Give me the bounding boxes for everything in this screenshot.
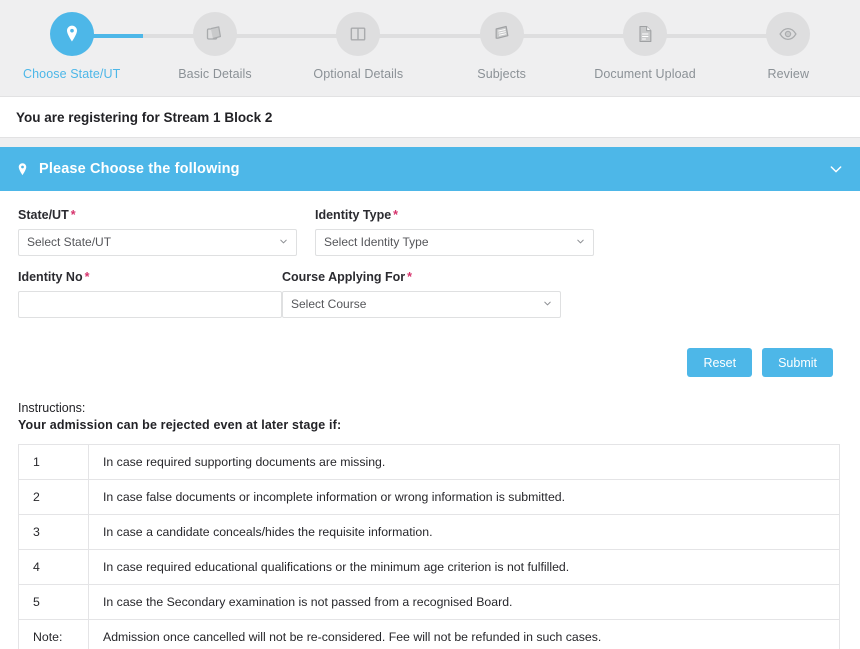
- table-row: 1 In case required supporting documents …: [19, 445, 840, 480]
- instructions-heading: Instructions:: [18, 401, 842, 415]
- registration-form: State/UT* Select State/UT Identity Type*…: [18, 208, 842, 332]
- stepper-circle: [480, 12, 524, 56]
- label-text: Identity Type: [315, 208, 391, 222]
- field-course-applying-for: Course Applying For* Select Course: [282, 270, 561, 318]
- row-text: In case the Secondary examination is not…: [89, 585, 840, 620]
- row-text: In case required educational qualificati…: [89, 550, 840, 585]
- stepper-label: Review: [768, 67, 810, 81]
- instructions-subheading: Your admission can be rejected even at l…: [18, 418, 842, 432]
- stepper-circle: [623, 12, 667, 56]
- panel-body: State/UT* Select State/UT Identity Type*…: [0, 191, 860, 649]
- field-state-ut: State/UT* Select State/UT: [18, 208, 297, 256]
- label-state-ut: State/UT*: [18, 208, 297, 222]
- required-marker: *: [407, 270, 412, 284]
- row-number: 3: [19, 515, 89, 550]
- row-number: 2: [19, 480, 89, 515]
- stepper-step-subjects[interactable]: Subjects: [430, 0, 573, 81]
- required-marker: *: [393, 208, 398, 222]
- chevron-down-icon[interactable]: [828, 161, 844, 177]
- state-ut-select[interactable]: Select State/UT: [18, 229, 297, 256]
- label-course-applying-for: Course Applying For*: [282, 270, 561, 284]
- stepper-step-document-upload[interactable]: Document Upload: [573, 0, 716, 81]
- label-text: State/UT: [18, 208, 69, 222]
- field-identity-type: Identity Type* Select Identity Type: [315, 208, 594, 256]
- spacer: [0, 138, 860, 147]
- registration-notice-bar: You are registering for Stream 1 Block 2: [0, 96, 860, 138]
- row-number: Note:: [19, 620, 89, 649]
- stepper-step-basic-details[interactable]: Basic Details: [143, 0, 286, 81]
- stepper-circle: [336, 12, 380, 56]
- label-text: Course Applying For: [282, 270, 405, 284]
- label-identity-type: Identity Type*: [315, 208, 594, 222]
- stepper-label: Document Upload: [594, 67, 696, 81]
- columns-icon: [348, 24, 368, 44]
- label-identity-no: Identity No*: [18, 270, 282, 284]
- table-row: 2 In case false documents or incomplete …: [19, 480, 840, 515]
- row-number: 5: [19, 585, 89, 620]
- stepper-circle: [50, 12, 94, 56]
- stepper-label: Optional Details: [313, 67, 403, 81]
- map-pin-icon: [62, 24, 82, 44]
- instructions-table: 1 In case required supporting documents …: [18, 444, 840, 649]
- stepper-circle: [193, 12, 237, 56]
- table-row: Note: Admission once cancelled will not …: [19, 620, 840, 649]
- row-number: 4: [19, 550, 89, 585]
- stepper-step-optional-details[interactable]: Optional Details: [287, 0, 430, 81]
- table-row: 5 In case the Secondary examination is n…: [19, 585, 840, 620]
- label-text: Identity No: [18, 270, 83, 284]
- identity-no-input[interactable]: [18, 291, 282, 318]
- required-marker: *: [71, 208, 76, 222]
- documents-copy-icon: [205, 24, 225, 44]
- table-row: 3 In case a candidate conceals/hides the…: [19, 515, 840, 550]
- stepper-label: Choose State/UT: [23, 67, 120, 81]
- eye-icon: [778, 24, 798, 44]
- row-text: Admission once cancelled will not be re-…: [89, 620, 840, 649]
- reset-button[interactable]: Reset: [687, 348, 752, 377]
- stepper-label: Subjects: [477, 67, 526, 81]
- row-text: In case false documents or incomplete in…: [89, 480, 840, 515]
- table-row: 4 In case required educational qualifica…: [19, 550, 840, 585]
- course-select[interactable]: Select Course: [282, 291, 561, 318]
- row-number: 1: [19, 445, 89, 480]
- panel-title: Please Choose the following: [39, 161, 828, 177]
- row-text: In case required supporting documents ar…: [89, 445, 840, 480]
- panel-header[interactable]: Please Choose the following: [0, 147, 860, 191]
- registration-notice-text: You are registering for Stream 1 Block 2: [16, 110, 272, 125]
- progress-stepper: Choose State/UT Basic Details Optional D…: [0, 0, 860, 96]
- form-actions: Reset Submit: [18, 332, 842, 377]
- required-marker: *: [85, 270, 90, 284]
- stepper-step-choose-state[interactable]: Choose State/UT: [0, 0, 143, 81]
- map-pin-icon: [15, 161, 30, 178]
- stepper-circle: [766, 12, 810, 56]
- field-identity-no: Identity No*: [18, 270, 282, 318]
- stepper-step-review[interactable]: Review: [717, 0, 860, 81]
- instructions-section: Instructions: Your admission can be reje…: [18, 377, 842, 649]
- row-text: In case a candidate conceals/hides the r…: [89, 515, 840, 550]
- file-icon: [635, 24, 655, 44]
- submit-button[interactable]: Submit: [762, 348, 833, 377]
- book-icon: [492, 24, 512, 44]
- identity-type-select[interactable]: Select Identity Type: [315, 229, 594, 256]
- stepper-label: Basic Details: [178, 67, 252, 81]
